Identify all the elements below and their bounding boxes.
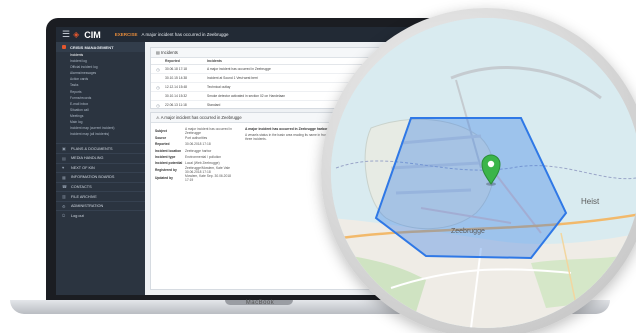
sidebar-section-label: CONTACTS — [71, 184, 92, 189]
cim-logo-icon: ◈ — [73, 30, 80, 39]
sidebar-section[interactable]: ☎ CONTACTS — [56, 181, 145, 192]
field-value: Zeebrugge/Mowlem, Kate Vale 30.06.2018 1… — [185, 166, 231, 175]
clock-icon: ◷ — [156, 66, 160, 72]
place-label-zeebrugge: Zeebrugge — [451, 228, 485, 235]
section-icon: ▣ — [62, 146, 66, 152]
sidebar-section-label: MEDIA HANDLING — [71, 156, 104, 161]
section-icon: ♥ — [62, 165, 65, 171]
cell-date: 22.06.13 11:18 — [165, 103, 187, 107]
top-bar: ☰ ◈ CIM EXERCISE A major incident has oc… — [56, 27, 436, 42]
field-value: A major incident has occurred in Zeebrug… — [185, 127, 232, 135]
sidebar-section[interactable]: ▥ FILE ARCHIVE — [56, 191, 145, 201]
sidebar-section[interactable]: ▤ MEDIA HANDLING — [56, 152, 145, 163]
sidebar-section[interactable]: ♥ NEXT OF KIN — [56, 162, 145, 173]
sidebar-section-label: PLANS & DOCUMENTS — [71, 146, 113, 151]
clock-icon: ◷ — [156, 102, 160, 108]
exercise-title[interactable]: A major incident has occurred in Zeebrug… — [142, 32, 229, 37]
field-value: 30.06.2018 17:18 — [185, 142, 211, 147]
cell-date: 30.10.14 15:32 — [165, 94, 187, 98]
sidebar-section[interactable]: ▣ PLANS & DOCUMENTS — [56, 143, 145, 153]
cell-date: 30.06.18 17:18 — [165, 67, 187, 71]
detail-field: Updated by Mowlem, Kate Sep. 30.06.2018 1… — [155, 174, 237, 182]
app-logo: CIM — [84, 29, 101, 40]
menu-icon[interactable]: ☰ — [62, 29, 70, 40]
detail-field: Registered by Zeebrugge/Mowlem, Kate Vale… — [155, 166, 237, 174]
sidebar-section-label: CRISIS MANAGEMENT — [70, 44, 114, 50]
section-icon: ▥ — [62, 194, 66, 200]
sidebar: CRISIS MANAGEMENT Incidents Incident log O… — [56, 42, 145, 295]
cell-date: 30.10.15 14:38 — [165, 76, 187, 80]
sidebar-section[interactable]: ⏻ Log out — [56, 210, 145, 220]
incident-map[interactable]: Zeebrugge Heist — [331, 18, 636, 328]
field-value: Port authorities — [185, 136, 208, 141]
exercise-label: EXERCISE — [114, 32, 138, 37]
sidebar-section-crisis-management[interactable]: CRISIS MANAGEMENT — [56, 42, 145, 52]
sidebar-section-label: INFORMATION BOARDS — [71, 175, 115, 180]
section-icon: ⏻ — [62, 213, 66, 219]
sidebar-section[interactable]: ▦ INFORMATION BOARDS — [56, 172, 145, 182]
section-icon: ⚙ — [62, 203, 66, 209]
column-header-reported[interactable]: Reported — [165, 59, 207, 63]
clock-icon: ◷ — [156, 84, 160, 90]
place-label-heist: Heist — [581, 197, 600, 206]
cell-date: 12.12.14 15:48 — [165, 85, 187, 89]
sidebar-section-label: ADMINISTRATION — [71, 204, 104, 209]
section-icon: ☎ — [62, 184, 67, 190]
section-icon: ▦ — [62, 174, 66, 180]
field-key: Updated by — [155, 176, 173, 181]
sidebar-section[interactable]: ⚙ ADMINISTRATION — [56, 200, 145, 211]
field-key: Source — [155, 136, 167, 141]
field-key: Incident type — [155, 155, 176, 160]
sidebar-section-label: FILE ARCHIVE — [71, 194, 97, 199]
field-value: Local (Web Zeebrugge) — [185, 161, 220, 166]
section-icon: ▤ — [62, 155, 66, 161]
field-key: Incident location — [155, 148, 182, 153]
field-value: Environmental / pollution — [185, 155, 222, 160]
field-key: Registered by — [155, 168, 177, 173]
map-canvas[interactable]: Zeebrugge Heist — [331, 18, 636, 328]
sidebar-item[interactable]: Incident map (all incidents) — [56, 131, 145, 137]
crisis-icon — [62, 45, 66, 49]
field-key: Incident potential — [155, 161, 183, 166]
sidebar-section-label: Log out — [71, 213, 84, 218]
field-value: Zeebrugge harbor — [185, 148, 212, 153]
sidebar-section-label: NEXT OF KIN — [71, 165, 95, 170]
field-value: Mowlem, Kate Sep. 30.06.2018 17:19 — [185, 174, 232, 183]
detail-field: Subject A major incident has occurred in … — [155, 127, 237, 135]
field-key: Reported — [155, 142, 170, 147]
field-key: Subject — [155, 129, 167, 133]
